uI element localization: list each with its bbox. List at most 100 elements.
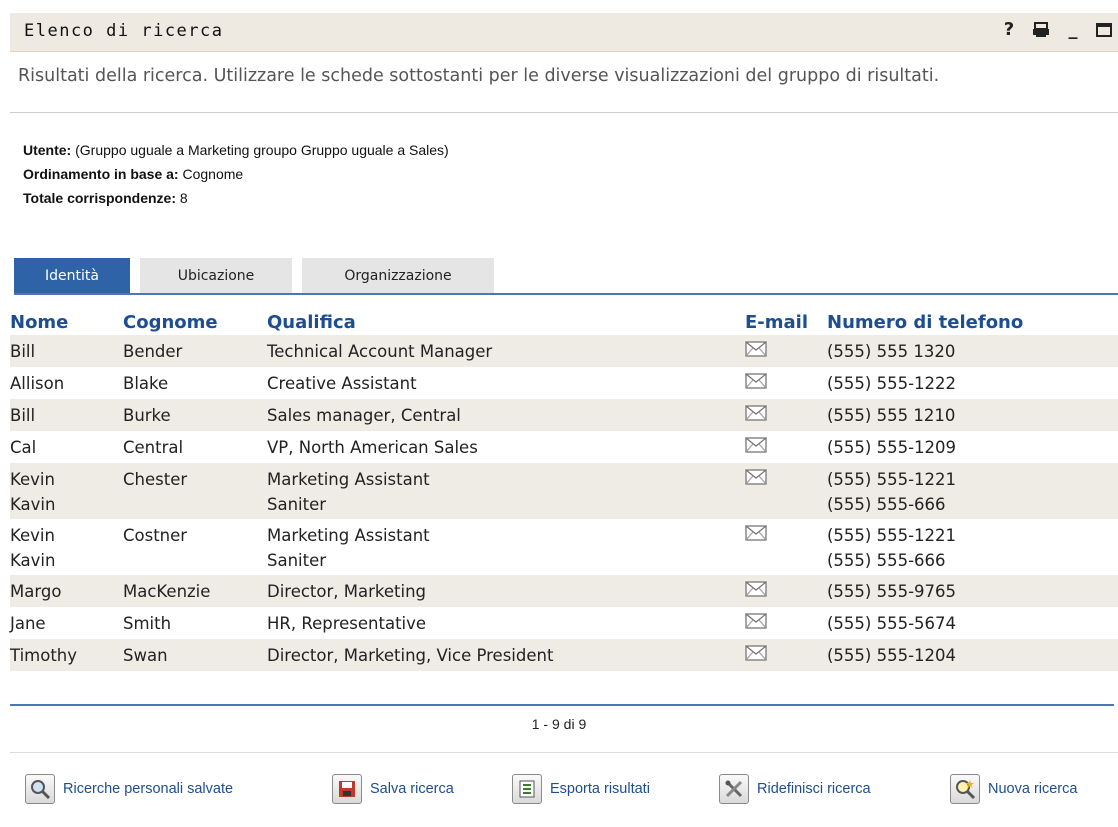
cell-email [745, 575, 827, 607]
email-icon[interactable] [745, 469, 767, 485]
refine-search-label: Ridefinisci ricerca [757, 781, 871, 797]
cell-cognome: Central [123, 437, 184, 457]
cell-telefono: (555) 555-9765 [827, 575, 1118, 607]
tab-identita[interactable]: Identità [14, 258, 130, 294]
sort-line: Ordinamento in base a: Cognome [23, 162, 449, 186]
cell-email [745, 519, 827, 551]
cell-qualifica: Sales manager, Central [267, 399, 745, 431]
tab-organizzazione[interactable]: Organizzazione [302, 258, 494, 294]
new-search-button[interactable]: Nuova ricerca [950, 774, 1077, 804]
cell-cognome: Bender [123, 335, 267, 367]
cell-telefono: (555) 555-1222 [827, 373, 957, 393]
cell-nome: Timothy [10, 639, 123, 671]
refine-search-button[interactable]: Ridefinisci ricerca [719, 774, 871, 804]
cell-telefono: (555) 555-1221 [827, 525, 957, 545]
table-row: Bill Burke Sales manager, Central (555) 555… [10, 399, 1118, 431]
cell-cognome: Swan [123, 639, 267, 671]
total-value: 8 [179, 190, 188, 206]
cell-telefono: (555) 555-1221 [827, 463, 1118, 495]
save-icon [332, 774, 362, 804]
col-email[interactable]: E-mail [745, 297, 827, 335]
cell-email [745, 335, 827, 367]
help-icon[interactable]: ? [1000, 19, 1018, 40]
cell-cognome: Blake [123, 373, 169, 393]
cell-qualifica: Director, Marketing [267, 575, 745, 607]
cell-nome: Kavin [10, 551, 56, 570]
email-icon[interactable] [745, 437, 767, 453]
table-bottom-rule [10, 704, 1114, 706]
window-title: Elenco di ricerca [24, 21, 224, 41]
user-filter-label: Utente: [23, 142, 72, 158]
user-filter-value: (Gruppo uguale a Marketing groupo Gruppo… [75, 142, 449, 158]
cell-qualifica: Marketing Assistant [267, 463, 745, 495]
pagination-info: 1 - 9 di 9 [531, 716, 587, 732]
cell-cognome: MacKenzie [123, 575, 267, 607]
col-telefono[interactable]: Numero di telefono [827, 297, 1118, 335]
tab-ubicazione[interactable]: Ubicazione [140, 258, 292, 294]
cell-nome: Kevin [10, 463, 123, 495]
cell-nome: Bill [10, 399, 123, 431]
cell-nome: Bill [10, 335, 123, 367]
save-search-button[interactable]: Salva ricerca [332, 774, 454, 804]
table-row-continuation: Kavin Saniter (555) 555-666 [10, 551, 1118, 575]
table-row: Margo MacKenzie Director, Marketing (555) 5… [10, 575, 1118, 607]
cell-telefono: (555) 555-666 [827, 551, 946, 570]
table-row: Kevin Chester Marketing Assistant (555) 555… [10, 463, 1118, 495]
cell-telefono: (555) 555-666 [827, 495, 1118, 519]
cell-nome: Allison [10, 373, 65, 393]
saved-searches-icon [25, 774, 55, 804]
minimize-icon[interactable]: _ [1064, 19, 1082, 40]
view-tabs: Identità Ubicazione Organizzazione [14, 258, 504, 294]
email-icon[interactable] [745, 645, 767, 661]
email-icon[interactable] [745, 373, 767, 389]
cell-telefono: (555) 555 1210 [827, 399, 1118, 431]
maximize-icon[interactable] [1096, 22, 1114, 38]
divider [10, 112, 1118, 113]
user-filter-line: Utente: (Gruppo uguale a Marketing group… [23, 138, 449, 162]
cell-cognome: Burke [123, 399, 267, 431]
results-table: Nome Cognome Qualifica E-mail Numero di … [10, 297, 1118, 671]
print-icon[interactable] [1032, 21, 1050, 38]
cell-telefono: (555) 555-1209 [827, 437, 957, 457]
search-summary: Utente: (Gruppo uguale a Marketing group… [23, 138, 449, 210]
intro-text: Risultati della ricerca. Utilizzare le s… [18, 66, 940, 86]
table-row: Allison Blake Creative Assistant (555) 555-… [10, 367, 1118, 399]
refine-icon [719, 774, 749, 804]
window-controls: ? _ [1000, 19, 1114, 40]
action-bar: Ricerche personali salvate Salva ricerca… [25, 774, 1118, 808]
cell-qualifica: Saniter [267, 495, 745, 519]
cell-qualifica: Technical Account Manager [267, 335, 745, 367]
cell-nome: Kavin [10, 495, 123, 519]
cell-qualifica: VP, North American Sales [267, 437, 478, 457]
col-nome[interactable]: Nome [10, 297, 123, 335]
new-search-label: Nuova ricerca [988, 781, 1078, 797]
sort-label: Ordinamento in base a: [23, 166, 179, 182]
table-row: Bill Bender Technical Account Manager (555)… [10, 335, 1118, 367]
table-row: Timothy Swan Director, Marketing, Vice Pre… [10, 639, 1118, 671]
email-icon[interactable] [745, 341, 767, 357]
header-row: Nome Cognome Qualifica E-mail Numero di … [10, 297, 1118, 335]
total-line: Totale corrispondenze: 8 [23, 186, 449, 210]
email-icon[interactable] [745, 525, 767, 541]
window-titlebar: Elenco di ricerca ? _ [10, 13, 1118, 52]
export-results-button[interactable]: Esporta risultati [512, 774, 650, 804]
table-row-continuation: Kavin Saniter (555) 555-666 [10, 495, 1118, 519]
save-search-label: Salva ricerca [370, 781, 454, 797]
cell-telefono: (555) 555-5674 [827, 613, 957, 633]
saved-searches-label: Ricerche personali salvate [63, 781, 234, 797]
col-qualifica[interactable]: Qualifica [267, 297, 745, 335]
cell-email [745, 551, 827, 575]
cell-cognome: Costner [123, 525, 188, 545]
cell-email [745, 495, 827, 519]
email-icon[interactable] [745, 581, 767, 597]
tab-underline [14, 293, 1118, 295]
cell-email [745, 463, 827, 495]
col-cognome[interactable]: Cognome [123, 297, 267, 335]
cell-telefono: (555) 555-1204 [827, 639, 1118, 671]
email-icon[interactable] [745, 613, 767, 629]
export-icon [512, 774, 542, 804]
table-row: Cal Central VP, North American Sales (555) … [10, 431, 1118, 463]
saved-searches-button[interactable]: Ricerche personali salvate [25, 774, 233, 804]
email-icon[interactable] [745, 405, 767, 421]
cell-nome: Jane [10, 613, 46, 633]
